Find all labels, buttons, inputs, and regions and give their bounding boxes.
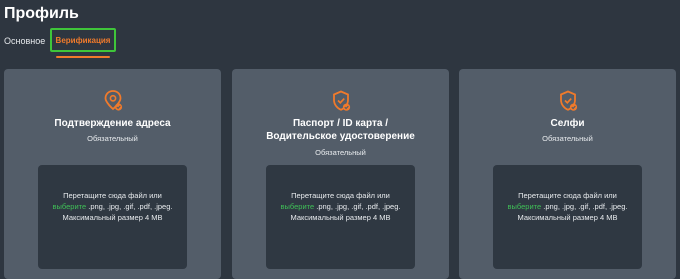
file-dropzone[interactable]: Перетащите сюда файл или выберите .png, .…: [38, 165, 187, 269]
card-title-line: Паспорт / ID карта /: [292, 118, 388, 129]
card-passport: Паспорт / ID карта / Водительское удосто…: [232, 69, 449, 279]
file-dropzone[interactable]: Перетащите сюда файл или выберите .png, .…: [493, 165, 642, 269]
card-title-line: Водительское удостоверение: [266, 131, 415, 142]
verification-cards: Подтверждение адреса Обязательный Перета…: [0, 69, 680, 279]
dropzone-text-before: Перетащите сюда файл или: [518, 191, 617, 200]
dropzone-text-before: Перетащите сюда файл или: [63, 191, 162, 200]
file-dropzone[interactable]: Перетащите сюда файл или выберите .png, .…: [266, 165, 415, 269]
dropzone-text: Перетащите сюда файл или выберите .png, .…: [276, 190, 405, 223]
required-label: Обязательный: [542, 134, 593, 143]
shield-check-icon: [332, 90, 350, 111]
shield-check-icon: [559, 90, 577, 111]
card-title: Подтверждение адреса: [14, 117, 211, 130]
card-title: Паспорт / ID карта / Водительское удосто…: [242, 117, 439, 143]
card-title: Селфи: [469, 117, 666, 130]
choose-file-link[interactable]: выберите: [53, 202, 87, 211]
tabs-bar: Основное Верификация: [0, 28, 680, 58]
dropzone-text-before: Перетащите сюда файл или: [291, 191, 390, 200]
required-label: Обязательный: [315, 148, 366, 157]
dropzone-text: Перетащите сюда файл или выберите .png, .…: [503, 190, 632, 223]
tab-verification-label: Верификация: [55, 35, 111, 45]
page-title: Профиль: [4, 5, 79, 22]
pin-check-icon: [104, 90, 122, 111]
dropzone-text: Перетащите сюда файл или выберите .png, .…: [48, 190, 177, 223]
tab-verification[interactable]: Верификация: [50, 28, 116, 52]
card-address: Подтверждение адреса Обязательный Перета…: [4, 69, 221, 279]
choose-file-link[interactable]: выберите: [508, 202, 542, 211]
choose-file-link[interactable]: выберите: [281, 202, 315, 211]
card-selfie: Селфи Обязательный Перетащите сюда файл …: [459, 69, 676, 279]
active-tab-indicator: [56, 56, 110, 58]
card-title-line: Подтверждение адреса: [54, 118, 171, 129]
tab-basic[interactable]: Основное: [4, 36, 45, 46]
card-title-line: Селфи: [550, 118, 585, 129]
required-label: Обязательный: [87, 134, 138, 143]
